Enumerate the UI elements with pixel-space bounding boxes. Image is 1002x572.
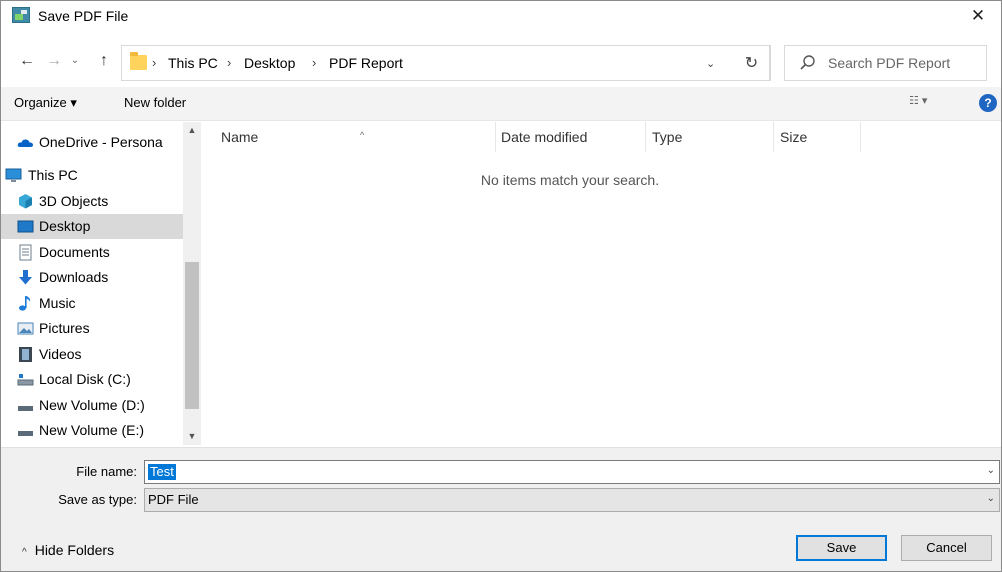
refresh-button[interactable]: ↻: [734, 45, 770, 81]
sidebar-item-label: Local Disk (C:): [39, 371, 131, 387]
film-icon: [19, 347, 32, 362]
search-box[interactable]: Search PDF Report: [784, 45, 987, 81]
save-as-type-select[interactable]: PDF File ⌄: [144, 488, 1000, 512]
column-header-size[interactable]: Size: [774, 122, 861, 152]
sidebar-item-desktop[interactable]: Desktop: [1, 214, 183, 239]
close-button[interactable]: ✕: [955, 1, 1001, 31]
view-options-button[interactable]: ☷ ▾: [909, 94, 941, 114]
sidebar-item-label: New Volume (D:): [39, 397, 145, 413]
help-icon[interactable]: ?: [979, 94, 997, 112]
folder-icon: [130, 52, 147, 70]
filename-label: File name:: [76, 464, 137, 479]
hide-folders-label: Hide Folders: [34, 542, 115, 558]
sidebar-item-label: New Volume (E:): [39, 422, 145, 438]
breadcrumb-separator: ›: [227, 55, 232, 70]
command-toolbar: Organize ▾ New folder ☷ ▾ ?: [1, 87, 1001, 121]
music-note-icon: [19, 296, 31, 311]
hide-folders-button[interactable]: ^ Hide Folders: [22, 542, 114, 558]
cube-icon: [19, 194, 32, 209]
drive-icon: [18, 431, 33, 436]
file-list: Name ^ Date modified Type Size No items …: [205, 122, 1001, 445]
sidebar-item-downloads[interactable]: Downloads: [1, 265, 183, 290]
sidebar-item-videos[interactable]: Videos: [1, 342, 183, 367]
chevron-down-icon[interactable]: ⌄: [987, 465, 995, 476]
forward-button[interactable]: →: [43, 49, 65, 73]
address-dropdown-button[interactable]: ⌄: [706, 57, 715, 70]
column-header-label: Size: [780, 129, 808, 145]
recent-locations-button[interactable]: ⌄: [67, 49, 83, 73]
navigation-row: ← → ⌄ ↑ › This PC › Desktop › PDF Report…: [1, 43, 1001, 83]
new-folder-button[interactable]: New folder: [124, 95, 186, 110]
drive-icon: [18, 406, 33, 411]
breadcrumb-separator: ›: [152, 55, 157, 70]
up-button[interactable]: ↑: [93, 49, 115, 73]
onedrive-cloud-icon: [17, 139, 33, 147]
computer-icon: [5, 168, 22, 182]
empty-state-message: No items match your search.: [480, 172, 660, 188]
document-icon: [19, 244, 32, 261]
sidebar-item-new-volume-d[interactable]: New Volume (D:): [1, 393, 183, 418]
save-dialog-window: Save PDF File ✕ ← → ⌄ ↑ › This PC › Desk…: [0, 0, 1002, 572]
sidebar-item-label: Pictures: [39, 320, 90, 336]
download-arrow-icon: [19, 270, 32, 285]
sidebar-item-local-disk-c[interactable]: Local Disk (C:): [1, 367, 183, 392]
search-icon: [800, 55, 815, 70]
scrollbar-thumb[interactable]: [185, 262, 199, 409]
column-header-name[interactable]: Name ^: [215, 122, 496, 152]
sidebar-item-new-volume-e[interactable]: New Volume (E:): [1, 418, 183, 443]
sidebar-item-label: Desktop: [39, 218, 91, 234]
chevron-down-icon[interactable]: ⌄: [987, 493, 995, 504]
picture-icon: [17, 322, 34, 335]
breadcrumb-separator: ›: [312, 55, 317, 70]
sidebar-item-label: 3D Objects: [39, 193, 109, 209]
cancel-button[interactable]: Cancel: [901, 535, 992, 561]
sidebar-item-label: Documents: [39, 244, 110, 260]
back-button[interactable]: ←: [16, 49, 38, 73]
sort-ascending-icon: ^: [360, 130, 365, 140]
column-header-label: Name: [221, 129, 259, 145]
address-bar[interactable]: › This PC › Desktop › PDF Report ⌄ ↻: [121, 45, 771, 81]
sidebar-item-label: Videos: [39, 346, 82, 362]
navigation-pane: OneDrive - Persona This PC 3D Objects De…: [1, 122, 201, 445]
app-icon: [12, 7, 30, 23]
sidebar-item-3d-objects[interactable]: 3D Objects: [1, 189, 183, 214]
breadcrumb-desktop[interactable]: Desktop: [244, 55, 295, 71]
sidebar-item-label: This PC: [28, 167, 78, 183]
drive-icon: [17, 374, 34, 386]
sidebar-item-music[interactable]: Music: [1, 291, 183, 316]
desktop-icon: [17, 220, 34, 233]
scroll-down-arrow-icon[interactable]: ▼: [183, 428, 201, 445]
filename-field[interactable]: Test ⌄: [144, 460, 1000, 484]
search-input[interactable]: Search PDF Report: [828, 55, 950, 71]
sidebar-item-pictures[interactable]: Pictures: [1, 316, 183, 341]
savetype-value: PDF File: [148, 492, 199, 507]
sidebar-item-documents[interactable]: Documents: [1, 240, 183, 265]
organize-menu-button[interactable]: Organize ▾: [14, 95, 77, 111]
window-title: Save PDF File: [38, 8, 129, 24]
chevron-up-icon: ^: [22, 547, 27, 558]
sidebar-item-label: Downloads: [39, 269, 109, 285]
sidebar-item-label: Music: [39, 295, 76, 311]
save-button[interactable]: Save: [796, 535, 887, 561]
savetype-label: Save as type:: [58, 492, 137, 507]
filename-value[interactable]: Test: [148, 464, 176, 480]
breadcrumb-pdf-report[interactable]: PDF Report: [329, 55, 403, 71]
sidebar-item-label: OneDrive - Persona: [39, 134, 163, 150]
save-form-area: File name: Test ⌄ Save as type: PDF File…: [1, 447, 1001, 571]
scroll-up-arrow-icon[interactable]: ▲: [183, 122, 201, 139]
column-header-label: Date modified: [501, 129, 588, 145]
sidebar-item-onedrive[interactable]: OneDrive - Persona: [1, 130, 183, 155]
column-header-type[interactable]: Type: [646, 122, 774, 152]
title-bar: Save PDF File ✕: [1, 1, 1001, 31]
navigation-pane-scrollbar[interactable]: ▲ ▼: [183, 122, 201, 445]
column-header-date-modified[interactable]: Date modified: [495, 122, 646, 152]
column-header-label: Type: [652, 129, 683, 145]
breadcrumb-this-pc[interactable]: This PC: [168, 55, 218, 71]
sidebar-item-this-pc[interactable]: This PC: [1, 163, 183, 188]
